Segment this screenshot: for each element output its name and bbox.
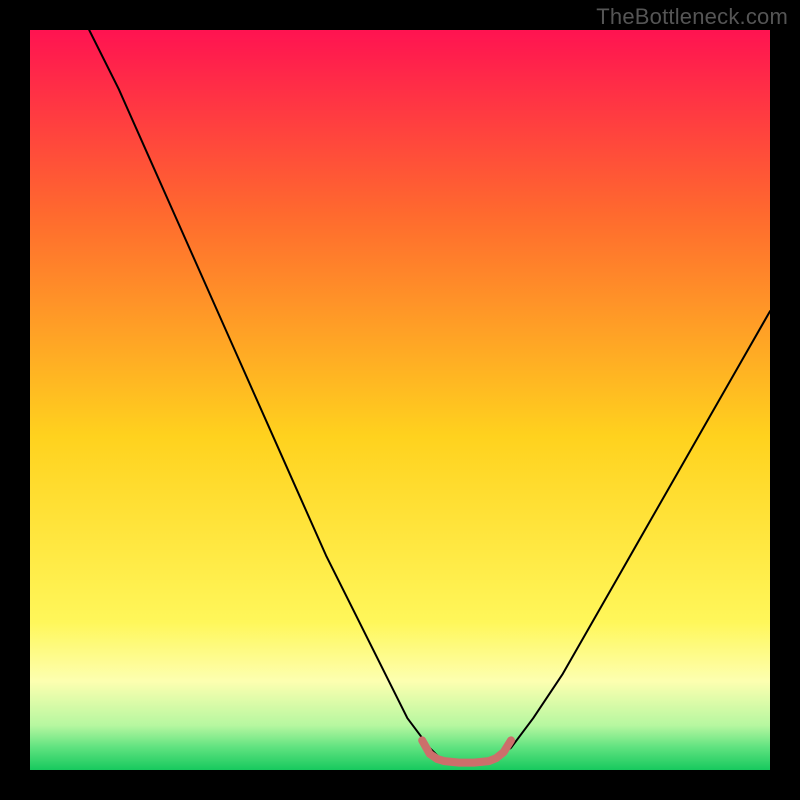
chart-plot-area bbox=[30, 30, 770, 770]
watermark-text: TheBottleneck.com bbox=[596, 4, 788, 30]
chart-svg bbox=[30, 30, 770, 770]
